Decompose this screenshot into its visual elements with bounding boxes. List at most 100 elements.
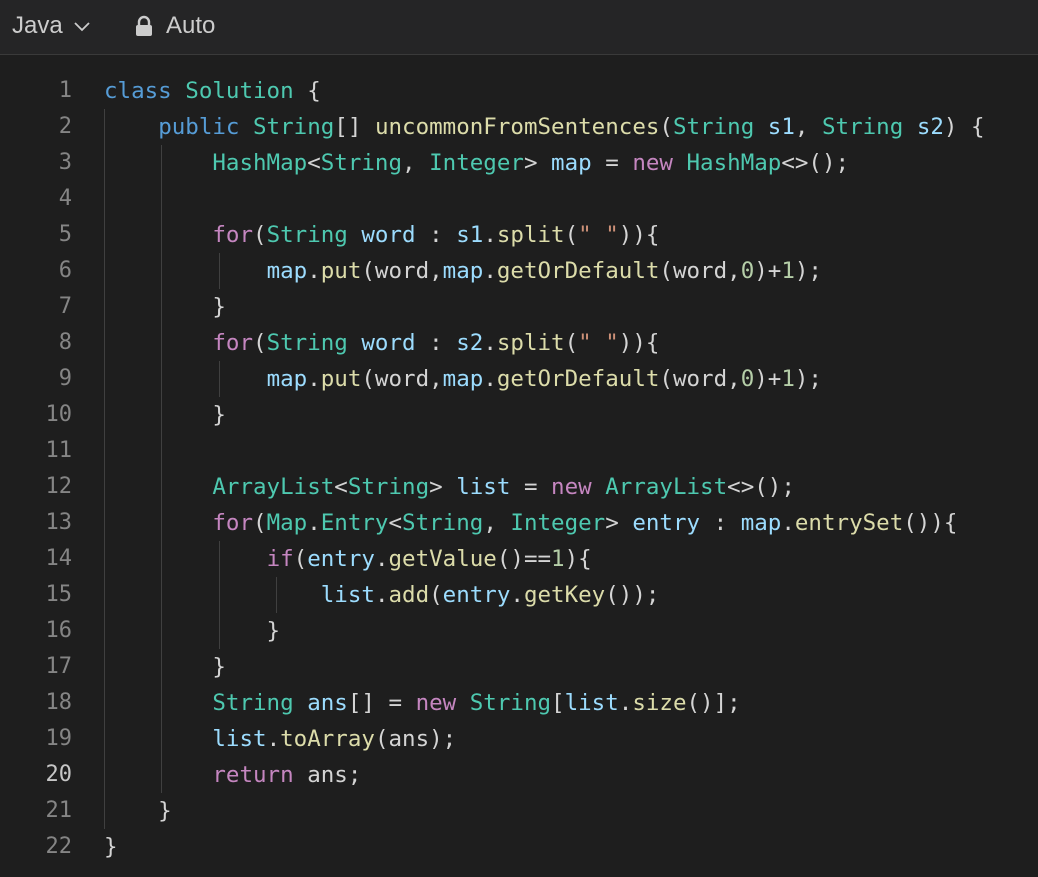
code-line[interactable]: }: [104, 649, 1038, 685]
code-token: String: [469, 690, 552, 716]
code-token: getValue: [388, 546, 497, 572]
code-token: entry: [442, 582, 511, 608]
code-token: );: [794, 258, 822, 284]
code-line[interactable]: return ans;: [104, 757, 1038, 793]
code-token: return: [212, 762, 294, 788]
code-token: )+: [754, 258, 782, 284]
code-token: map: [551, 150, 592, 176]
line-number: 1: [58, 78, 72, 103]
code-line[interactable]: }: [104, 613, 1038, 649]
code-token: list: [564, 690, 619, 716]
code-token: map: [740, 510, 782, 536]
code-token: (: [293, 546, 308, 572]
code-token: put: [320, 258, 362, 284]
code-editor[interactable]: 1 2 3 4 5 6 7 8 9 10 11 12 13 14 15 16 17 18 19 20 21 22 clas…: [0, 56, 1038, 877]
auto-mode-indicator: Auto: [134, 6, 215, 46]
code-line[interactable]: for(String word : s1.split(" ")){: [104, 217, 1038, 253]
code-line[interactable]: class Solution {: [104, 73, 1038, 109]
code-line[interactable]: }: [104, 829, 1038, 865]
code-token: {: [293, 78, 321, 104]
code-token: }: [104, 402, 226, 428]
code-token: .: [483, 366, 497, 392]
code-token: entry: [632, 510, 701, 536]
code-token: .: [307, 366, 321, 392]
lock-icon: [134, 15, 154, 37]
code-line[interactable]: }: [104, 397, 1038, 433]
indent-guide: [276, 577, 277, 613]
code-token: =: [510, 474, 552, 500]
code-token: new: [632, 150, 673, 176]
language-select[interactable]: Java: [0, 6, 105, 46]
code-token: for: [212, 510, 254, 536]
code-line[interactable]: [104, 433, 1038, 469]
code-token: .: [618, 690, 633, 716]
code-token: .: [781, 510, 795, 536]
code-token: Entry: [320, 510, 389, 536]
code-token: split: [496, 330, 565, 356]
code-token: if: [266, 546, 294, 572]
code-token: >: [523, 150, 552, 176]
code-line[interactable]: for(Map.Entry<String, Integer> entry : m…: [104, 505, 1038, 541]
code-token: toArray: [280, 726, 375, 752]
code-line[interactable]: HashMap<String, Integer> map = new HashM…: [104, 145, 1038, 181]
line-number-gutter: 1 2 3 4 5 6 7 8 9 10 11 12 13 14 15 16 17 18 19 20 21 22: [0, 73, 80, 865]
code-token: new: [551, 474, 592, 500]
indent-guide: [219, 253, 220, 289]
code-token: getOrDefault: [496, 258, 660, 284]
code-line[interactable]: list.toArray(ans);: [104, 721, 1038, 757]
code-area[interactable]: class Solution { public String[] uncommo…: [104, 73, 1038, 865]
code-line[interactable]: }: [104, 289, 1038, 325]
code-token: for: [212, 330, 254, 356]
line-number: 16: [45, 618, 73, 643]
code-line[interactable]: map.put(word,map.getOrDefault(word,0)+1)…: [104, 361, 1038, 397]
code-token: ());: [605, 582, 660, 608]
code-token: s2: [916, 114, 944, 140]
code-token: 0: [740, 366, 755, 392]
code-token: getKey: [523, 582, 606, 608]
code-line[interactable]: String ans[] = new String[list.size()];: [104, 685, 1038, 721]
code-token: (word,: [361, 258, 443, 284]
line-number: 19: [45, 726, 73, 751]
code-token: (word,: [659, 258, 741, 284]
code-token: ArrayList: [212, 474, 335, 500]
code-token: []: [334, 114, 375, 140]
code-token: (: [659, 114, 673, 140]
code-token: ) {: [943, 114, 985, 140]
line-number: 4: [58, 186, 72, 211]
code-token: uncommonFromSentences: [374, 114, 660, 140]
code-token: word: [361, 330, 416, 356]
code-token: >: [605, 510, 633, 536]
code-token: ,: [402, 150, 430, 176]
code-line[interactable]: public String[] uncommonFromSentences(St…: [104, 109, 1038, 145]
code-line[interactable]: }: [104, 793, 1038, 829]
code-token: 1: [551, 546, 565, 572]
code-line[interactable]: list.add(entry.getKey());: [104, 577, 1038, 613]
code-token: .: [374, 546, 389, 572]
code-line[interactable]: map.put(word,map.getOrDefault(word,0)+1)…: [104, 253, 1038, 289]
code-token: .: [483, 330, 497, 356]
code-token: .: [374, 582, 389, 608]
code-token: ){: [564, 546, 592, 572]
code-token: split: [496, 222, 565, 248]
line-number: 13: [45, 510, 73, 535]
code-token: String: [212, 690, 294, 716]
line-number: 10: [45, 402, 73, 427]
code-token: for: [212, 222, 254, 248]
line-number: 8: [58, 330, 72, 355]
language-label: Java: [12, 12, 63, 39]
code-token: new: [415, 690, 457, 716]
code-token: entrySet: [794, 510, 904, 536]
code-line[interactable]: if(entry.getValue()==1){: [104, 541, 1038, 577]
code-line[interactable]: ArrayList<String> list = new ArrayList<>…: [104, 469, 1038, 505]
code-line[interactable]: [104, 181, 1038, 217]
code-line[interactable]: for(String word : s2.split(" ")){: [104, 325, 1038, 361]
code-token: " ": [578, 222, 619, 248]
code-token: 0: [740, 258, 755, 284]
